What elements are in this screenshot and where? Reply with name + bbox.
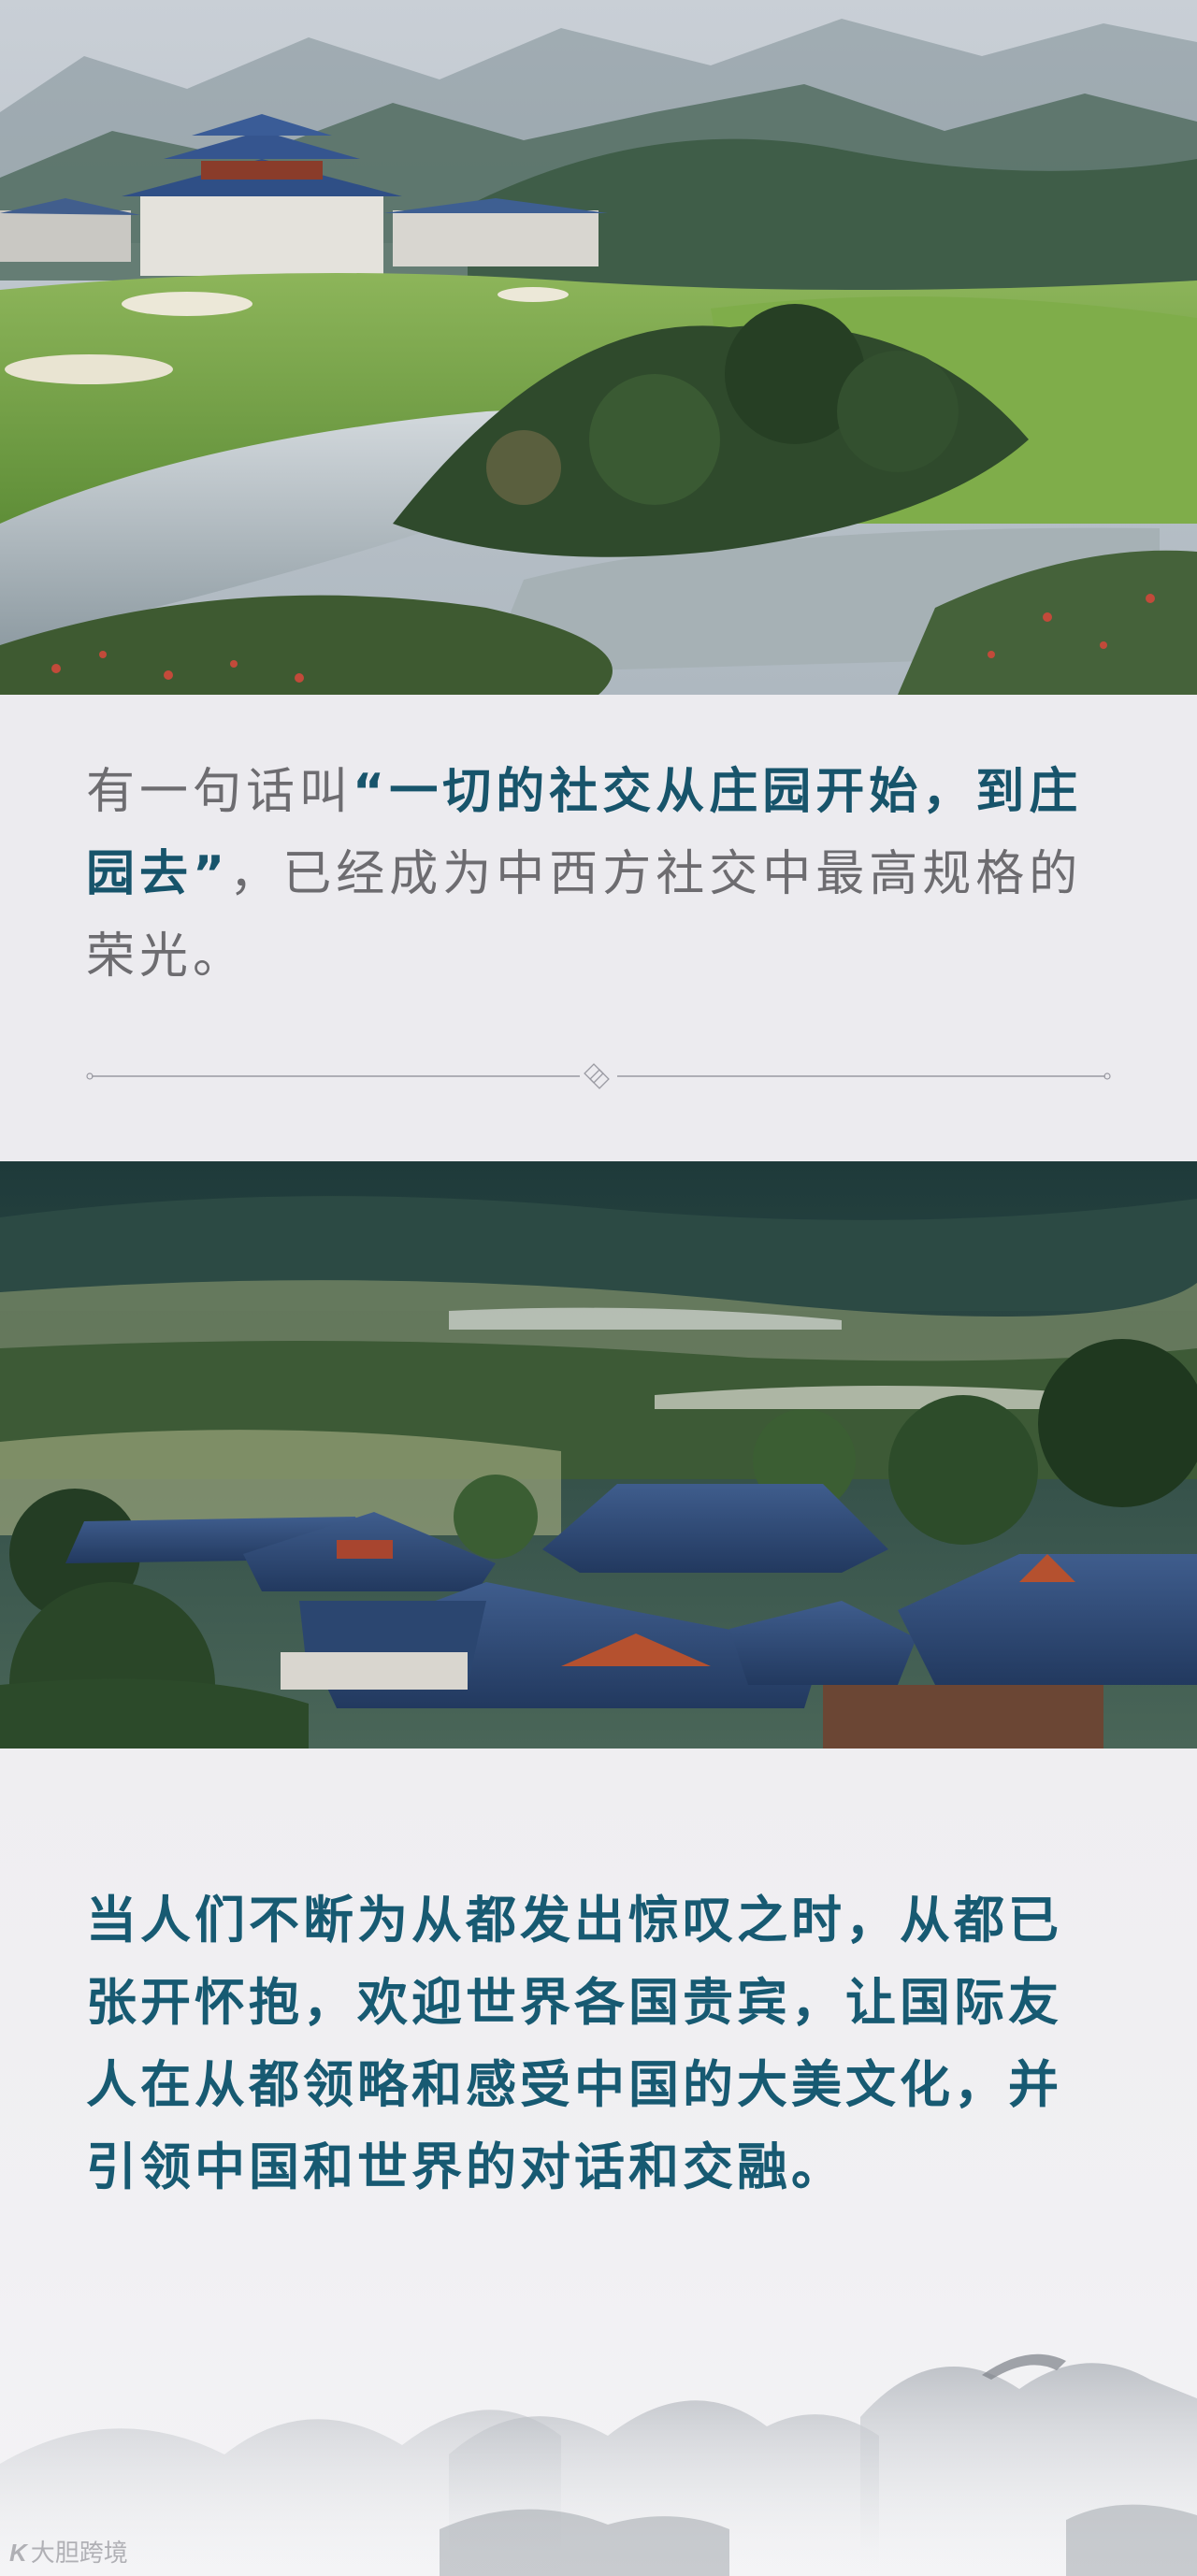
intro-text-panel: 有一句话叫“一切的社交从庄园开始，到庄园去”，已经成为中西方社交中最高规格的荣光… [0,695,1197,1161]
closing-paragraph: 当人们不断为从都发出惊叹之时，从都已张开怀抱，欢迎世界各国贵宾，让国际友人在从都… [86,1891,1062,2196]
ink-wash-mountains-decoration [0,2277,1197,2576]
intro-lead-text: 有一句话叫 [86,764,353,820]
landscape-photo-golf-estate [0,0,1197,695]
watermark-text: 大胆跨境 [30,2539,128,2567]
watermark: K 大胆跨境 [9,2534,128,2569]
ornamental-divider [86,1062,1111,1090]
watermark-logo: K [9,2539,27,2567]
intro-paragraph: 有一句话叫“一切的社交从庄园开始，到庄园去”，已经成为中西方社交中最高规格的荣光… [86,751,1111,998]
closing-text-panel: 当人们不断为从都发出惊叹之时，从都已张开怀抱，欢迎世界各国贵宾，让国际友人在从都… [0,1749,1197,2576]
landscape-photo-temple-roofs [0,1161,1197,1749]
intro-tail-text: ，已经成为中西方社交中最高规格的荣光。 [86,846,1083,985]
